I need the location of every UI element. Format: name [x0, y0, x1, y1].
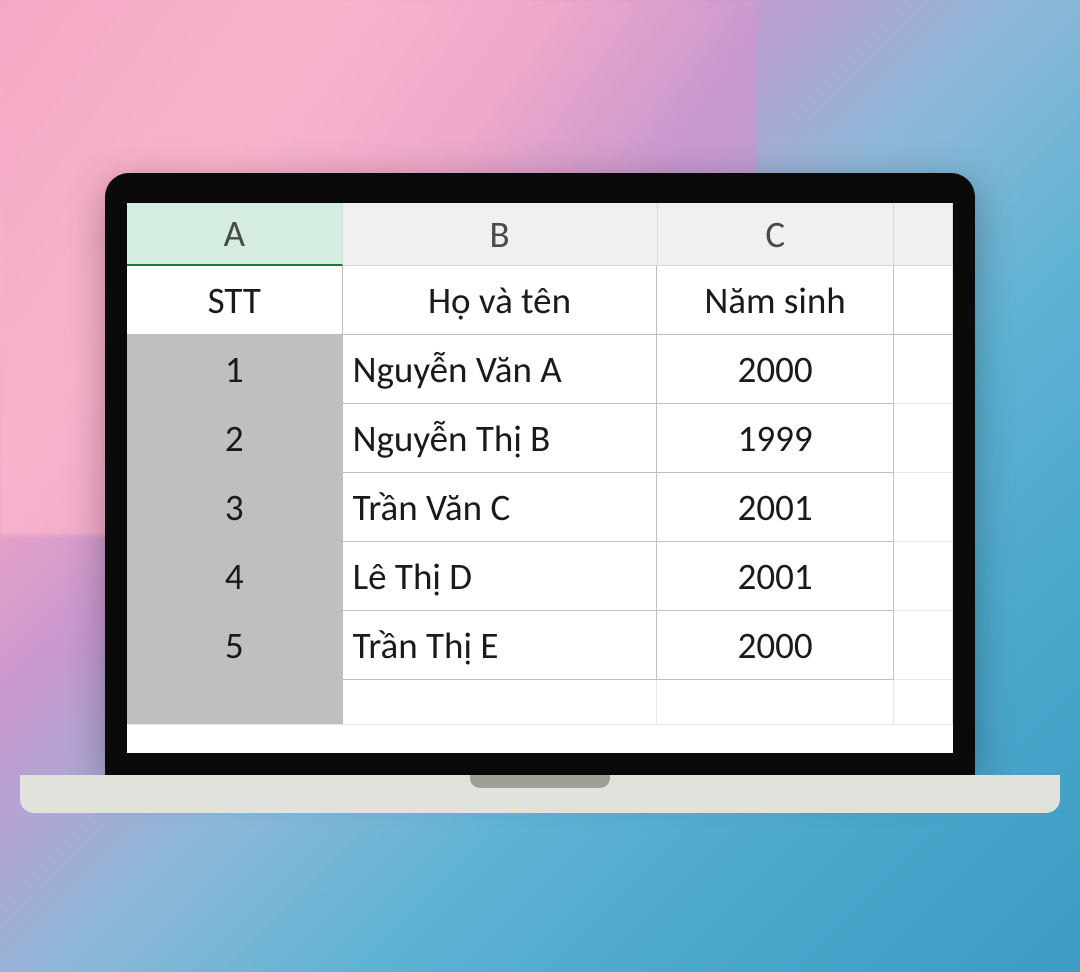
laptop-notch — [470, 775, 610, 788]
column-headers-row: A B C — [127, 203, 953, 266]
cell-name[interactable]: Lê Thị D — [343, 542, 658, 611]
table-row: 1 Nguyễn Văn A 2000 — [127, 335, 953, 404]
table-row: 3 Trần Văn C 2001 — [127, 473, 953, 542]
header-year[interactable]: Năm sinh — [657, 266, 893, 335]
cell-empty[interactable] — [127, 680, 343, 725]
cell-empty[interactable] — [894, 542, 953, 611]
table-row: 5 Trần Thị E 2000 — [127, 611, 953, 680]
laptop-base — [20, 775, 1060, 813]
cell-stt[interactable]: 5 — [127, 611, 343, 680]
table-row-empty — [127, 680, 953, 725]
laptop-mockup: A B C STT Họ và tên Năm sinh 1 Nguyễn Vă… — [20, 173, 1060, 813]
column-header-c[interactable]: C — [658, 203, 894, 266]
header-name[interactable]: Họ và tên — [343, 266, 658, 335]
cell-stt[interactable]: 1 — [127, 335, 343, 404]
laptop-frame: A B C STT Họ và tên Năm sinh 1 Nguyễn Vă… — [105, 173, 975, 775]
header-stt[interactable]: STT — [127, 266, 343, 335]
cell-empty[interactable] — [657, 680, 893, 725]
column-header-a[interactable]: A — [127, 203, 343, 266]
cell-empty[interactable] — [894, 404, 953, 473]
cell-stt[interactable]: 2 — [127, 404, 343, 473]
column-header-blank[interactable] — [894, 203, 953, 266]
laptop-screen: A B C STT Họ và tên Năm sinh 1 Nguyễn Vă… — [127, 203, 953, 753]
cell-name[interactable]: Trần Thị E — [343, 611, 658, 680]
cell-name[interactable]: Trần Văn C — [343, 473, 658, 542]
cell-empty[interactable] — [894, 473, 953, 542]
cell-stt[interactable]: 3 — [127, 473, 343, 542]
cell-year[interactable]: 2000 — [657, 335, 893, 404]
cell-name[interactable]: Nguyễn Văn A — [343, 335, 658, 404]
cell-year[interactable]: 2000 — [657, 611, 893, 680]
column-header-b[interactable]: B — [343, 203, 658, 266]
table-row: 2 Nguyễn Thị B 1999 — [127, 404, 953, 473]
cell-empty[interactable] — [343, 680, 658, 725]
cell-empty[interactable] — [894, 611, 953, 680]
cell-empty[interactable] — [894, 335, 953, 404]
table-header-row: STT Họ và tên Năm sinh — [127, 266, 953, 335]
table-row: 4 Lê Thị D 2001 — [127, 542, 953, 611]
cell-empty[interactable] — [894, 680, 953, 725]
cell-year[interactable]: 1999 — [657, 404, 893, 473]
cell-year[interactable]: 2001 — [657, 473, 893, 542]
cell-stt[interactable]: 4 — [127, 542, 343, 611]
cell-name[interactable]: Nguyễn Thị B — [343, 404, 658, 473]
cell-year[interactable]: 2001 — [657, 542, 893, 611]
cell-empty[interactable] — [894, 266, 953, 335]
spreadsheet: A B C STT Họ và tên Năm sinh 1 Nguyễn Vă… — [127, 203, 953, 753]
